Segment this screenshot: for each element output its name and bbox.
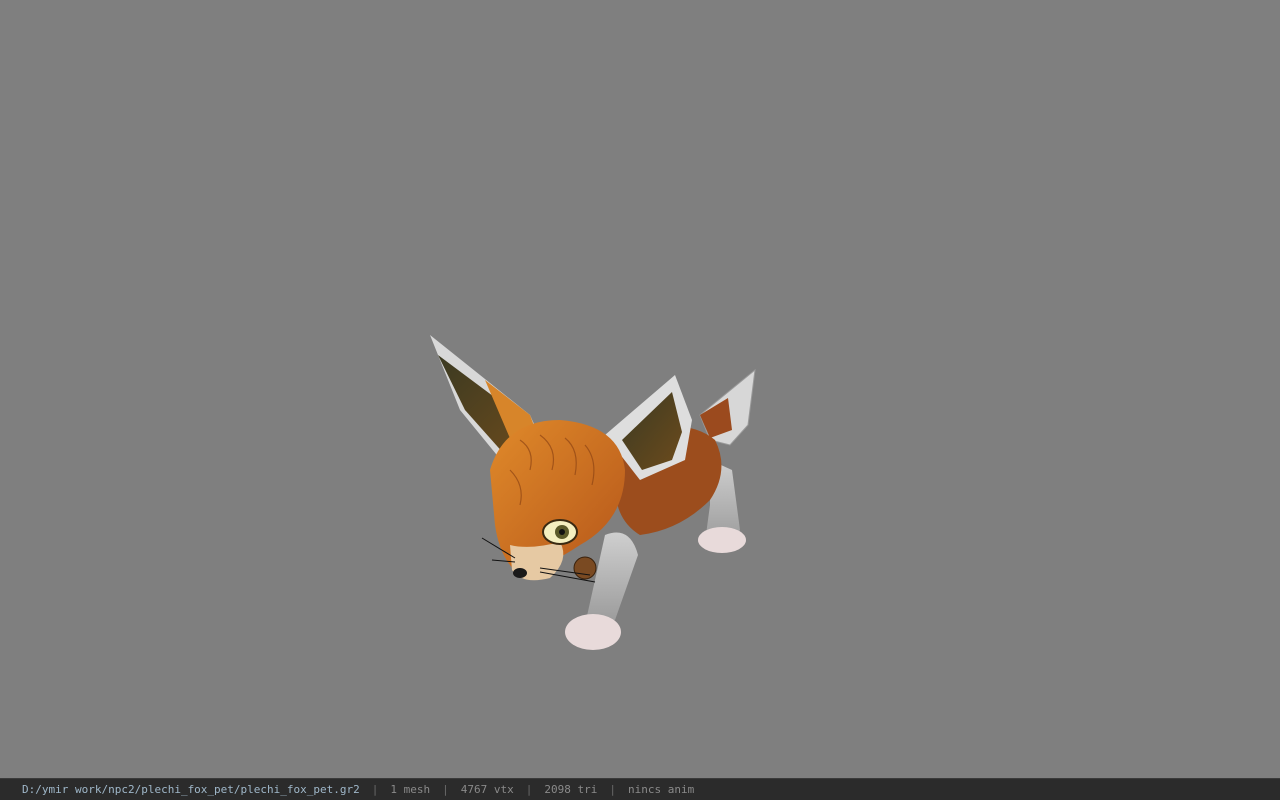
separator: | <box>442 783 449 796</box>
vertex-count: 4767 vtx <box>460 783 514 796</box>
3d-viewport[interactable] <box>0 0 1280 778</box>
triangle-count: 2098 tri <box>544 783 598 796</box>
fox-pet-model[interactable] <box>410 320 780 670</box>
separator: | <box>371 783 379 796</box>
status-bar: D:/ymir work/npc2/plechi_fox_pet/plechi_… <box>0 778 1280 800</box>
animation-status: nincs anim <box>627 783 695 796</box>
mesh-count: 1 mesh <box>390 783 431 796</box>
separator: | <box>609 783 616 796</box>
fox-nose <box>513 568 527 578</box>
separator: | <box>525 783 533 796</box>
file-path: D:/ymir work/npc2/plechi_fox_pet/plechi_… <box>22 783 360 796</box>
fox-front-leg <box>585 532 638 625</box>
